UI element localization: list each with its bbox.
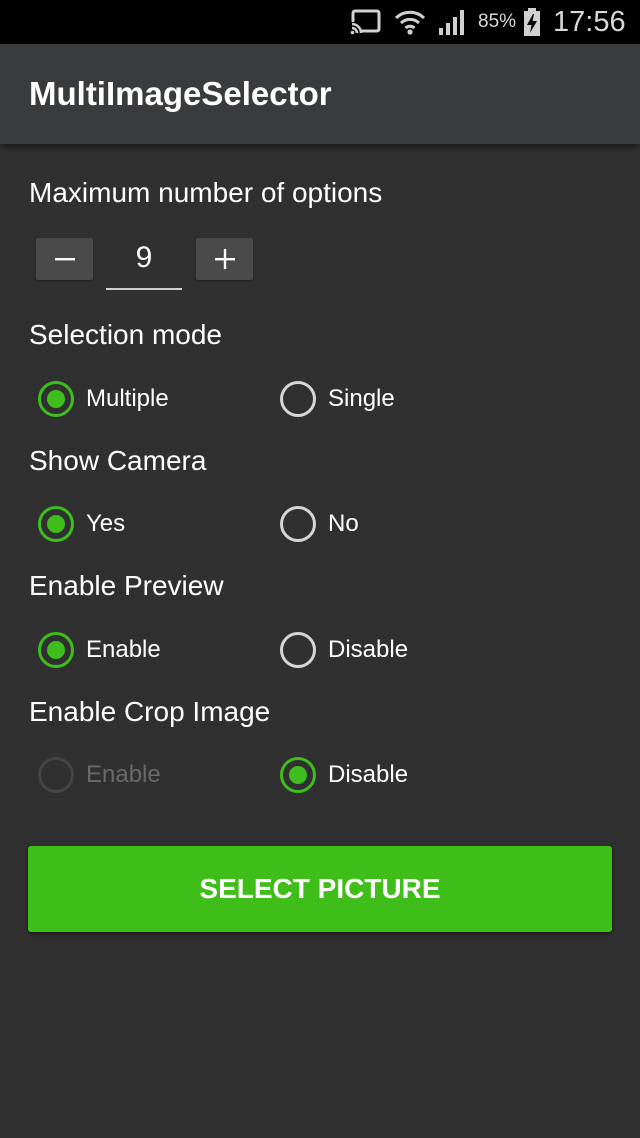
radio-single[interactable]: Single <box>280 377 395 421</box>
radio-label: No <box>328 510 359 537</box>
radio-label: Enable <box>86 636 161 663</box>
battery-charging-icon <box>522 0 542 44</box>
decrement-button[interactable] <box>36 238 93 280</box>
radio-label: Yes <box>86 510 126 537</box>
radio-crop-disable[interactable]: Disable <box>280 753 408 797</box>
status-time: 17:56 <box>553 5 626 38</box>
app-bar: MultiImageSelector <box>0 44 640 144</box>
max-options-label: Maximum number of options <box>29 177 383 208</box>
wifi-icon <box>394 0 426 44</box>
radio-label: Disable <box>328 761 409 788</box>
radio-unchecked-icon <box>280 632 316 668</box>
battery-percentage: 85% <box>478 11 517 32</box>
radio-unchecked-icon <box>280 381 316 417</box>
radio-camera-no[interactable]: No <box>280 502 359 546</box>
radio-camera-yes[interactable]: Yes <box>38 502 125 546</box>
radio-checked-icon <box>38 632 74 668</box>
radio-preview-enable[interactable]: Enable <box>38 628 161 672</box>
show-camera-label: Show Camera <box>29 445 207 476</box>
radio-disabled-icon <box>38 757 74 793</box>
radio-preview-disable[interactable]: Disable <box>280 628 408 672</box>
selection-mode-label: Selection mode <box>29 319 223 350</box>
radio-label: Disable <box>328 636 409 663</box>
increment-button[interactable] <box>196 238 253 280</box>
radio-label: Multiple <box>86 385 169 412</box>
cast-icon <box>350 0 382 44</box>
radio-checked-icon <box>38 506 74 542</box>
status-bar: 85% 17:56 <box>0 0 640 44</box>
radio-crop-enable: Enable <box>38 753 161 797</box>
radio-unchecked-icon <box>280 506 316 542</box>
plus-icon <box>214 249 235 269</box>
max-options-input[interactable]: 9 <box>106 236 182 290</box>
app-title: MultiImageSelector <box>29 75 332 112</box>
minus-icon <box>54 258 75 261</box>
select-picture-button[interactable]: SELECT PICTURE <box>28 846 612 932</box>
radio-checked-icon <box>38 381 74 417</box>
enable-preview-label: Enable Preview <box>29 570 224 601</box>
enable-crop-label: Enable Crop Image <box>29 696 271 727</box>
radio-label: Single <box>328 385 395 412</box>
radio-checked-icon <box>280 757 316 793</box>
radio-multiple[interactable]: Multiple <box>38 377 169 421</box>
radio-label: Enable <box>86 761 161 788</box>
signal-icon <box>436 0 468 44</box>
